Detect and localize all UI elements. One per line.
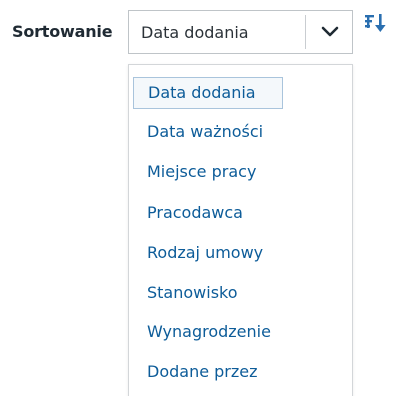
sort-option-pracodawca[interactable]: Pracodawca — [133, 198, 298, 230]
sort-option-miejsce-pracy[interactable]: Miejsce pracy — [133, 157, 298, 189]
sort-option-dodane-przez[interactable]: Dodane przez — [133, 357, 298, 389]
sort-select-value: Data dodania — [141, 23, 249, 42]
sort-direction-button[interactable] — [362, 10, 388, 38]
sort-option-data-dodania[interactable]: Data dodania — [133, 77, 283, 109]
sort-option-rodzaj-umowy[interactable]: Rodzaj umowy — [133, 238, 298, 270]
select-divider — [305, 15, 306, 49]
sort-descending-icon — [365, 14, 386, 32]
sort-label: Sortowanie — [12, 22, 113, 41]
sort-select[interactable]: Data dodania — [128, 10, 353, 54]
sort-widget: Sortowanie Data dodania Data dodania Dat… — [0, 0, 396, 396]
sort-option-wynagrodzenie[interactable]: Wynagrodzenie — [133, 317, 298, 349]
chevron-down-icon — [321, 26, 338, 37]
sort-option-data-waznosci[interactable]: Data ważności — [133, 117, 298, 149]
sort-options-list: Data dodania Data ważności Miejsce pracy… — [128, 64, 353, 396]
sort-option-stanowisko[interactable]: Stanowisko — [133, 278, 298, 310]
dropdown-toggle-button[interactable] — [307, 11, 352, 53]
